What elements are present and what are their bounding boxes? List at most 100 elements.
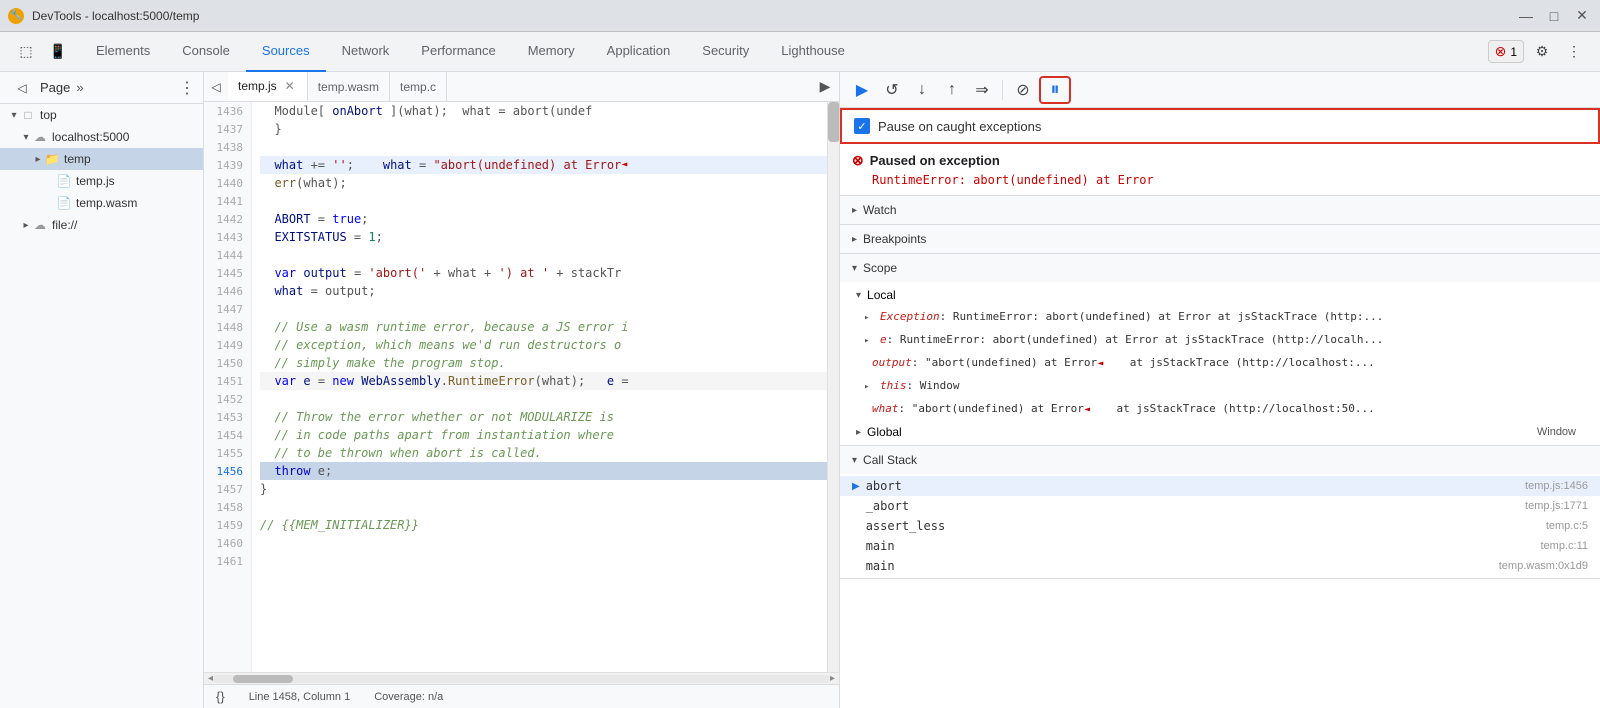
callstack-entry-abort[interactable]: ▶ abort temp.js:1456 [840, 476, 1600, 496]
tree-item-temp[interactable]: ▸ 📁 temp [0, 148, 203, 170]
scope-entry-this[interactable]: ▸ this: Window [840, 375, 1600, 398]
source-tab-more-icon[interactable]: ▶ [811, 78, 839, 95]
folder-icon-top: □ [20, 108, 36, 122]
tab-security[interactable]: Security [686, 32, 765, 72]
tree-arrow-file: ▸ [20, 220, 32, 231]
tree-item-top[interactable]: ▾ □ top [0, 104, 203, 126]
step-button[interactable]: ⇒ [968, 76, 996, 104]
code-display: Module[ onAbort ](what); what = abort(un… [252, 102, 827, 672]
step-over-button[interactable]: ↺ [878, 76, 906, 104]
line-num-1451: 1451 [204, 372, 251, 390]
code-line-1447 [260, 300, 827, 318]
callstack-entry-main-wasm[interactable]: ▶ main temp.wasm:0x1d9 [840, 556, 1600, 576]
source-tab-tempwasm[interactable]: temp.wasm [308, 72, 390, 102]
tab-network[interactable]: Network [326, 32, 406, 72]
tab-elements[interactable]: Elements [80, 32, 166, 72]
line-num-1442: 1442 [204, 210, 251, 228]
tab-sources[interactable]: Sources [246, 32, 326, 72]
cloud-icon-file: ☁ [32, 218, 48, 232]
source-tab-tempjs[interactable]: temp.js ✕ [228, 72, 308, 102]
step-out-button[interactable]: ↑ [938, 76, 966, 104]
back-icon[interactable]: ◁ [8, 74, 36, 102]
breakpoints-header[interactable]: ▸ Breakpoints [840, 225, 1600, 253]
scope-local-header[interactable]: ▾ Local [840, 284, 1600, 306]
scroll-right-icon[interactable]: ▸ [830, 673, 835, 684]
tree-item-tempwasm[interactable]: 📄 temp.wasm [0, 192, 203, 214]
step-into-button[interactable]: ↓ [908, 76, 936, 104]
scroll-thumb [233, 675, 293, 683]
more-options-icon[interactable]: ⋮ [1560, 38, 1588, 66]
inspect-icon[interactable]: ⬚ [12, 38, 40, 66]
callstack-entry-_abort[interactable]: ▶ _abort temp.js:1771 [840, 496, 1600, 516]
source-tab-tempc[interactable]: temp.c [390, 72, 447, 102]
error-badge[interactable]: ⊗ 1 [1488, 40, 1524, 63]
callstack-entry-main-c[interactable]: ▶ main temp.c:11 [840, 536, 1600, 556]
scope-section: ▾ Scope ▾ Local ▸ Exception: RuntimeErro… [840, 254, 1600, 446]
line-num-1441: 1441 [204, 192, 251, 210]
wasm-file-icon: 📄 [56, 196, 72, 210]
code-line-1455: // to be thrown when abort is called. [260, 444, 827, 462]
folder-icon-temp: 📁 [44, 152, 60, 166]
source-tab-tempjs-close[interactable]: ✕ [283, 79, 297, 93]
callstack-header[interactable]: ▾ Call Stack [840, 446, 1600, 474]
deactivate-breakpoints-icon[interactable]: ⊘ [1009, 76, 1037, 104]
source-tab-tempwasm-label: temp.wasm [318, 80, 379, 94]
vertical-scrollbar[interactable] [827, 102, 839, 672]
code-line-1444 [260, 246, 827, 264]
line-num-1449: 1449 [204, 336, 251, 354]
pause-exceptions-button[interactable]: ⏸ [1039, 76, 1071, 104]
code-line-1442: ABORT = true; [260, 210, 827, 228]
maximize-button[interactable]: □ [1544, 6, 1564, 26]
code-line-1446: what = output; [260, 282, 827, 300]
file-tree: ▾ □ top ▾ ☁ localhost:5000 ▸ 📁 temp [0, 104, 203, 708]
tab-memory[interactable]: Memory [512, 32, 591, 72]
code-line-1436: Module[ onAbort ](what); what = abort(un… [260, 102, 827, 120]
scope-entry-e[interactable]: ▸ e: RuntimeError: abort(undefined) at E… [840, 329, 1600, 352]
callstack-current-icon: ▶ [852, 481, 860, 492]
debugger-content[interactable]: ⊗ Paused on exception RuntimeError: abor… [840, 144, 1600, 708]
resume-button[interactable]: ▶ [848, 76, 876, 104]
scope-entry-output[interactable]: output: "abort(undefined) at Error◄ at j… [840, 352, 1600, 375]
code-line-1460 [260, 534, 827, 552]
watch-section: ▸ Watch [840, 196, 1600, 225]
cursor-position: Line 1458, Column 1 [249, 691, 351, 703]
close-button[interactable]: ✕ [1572, 6, 1592, 26]
exception-banner: ⊗ Paused on exception RuntimeError: abor… [840, 144, 1600, 196]
source-code-area[interactable]: 1436 1437 1438 1439 1440 1441 1442 1443 … [204, 102, 839, 672]
code-line-1456: throw e; [260, 462, 827, 480]
tree-item-file[interactable]: ▸ ☁ file:// [0, 214, 203, 236]
watch-header[interactable]: ▸ Watch [840, 196, 1600, 224]
scope-entry-exception[interactable]: ▸ Exception: RuntimeError: abort(undefin… [840, 306, 1600, 329]
scope-header[interactable]: ▾ Scope [840, 254, 1600, 282]
source-back-icon[interactable]: ◁ [204, 73, 228, 101]
file-tree-more-icon[interactable]: ⋮ [179, 78, 195, 98]
tree-label-file: file:// [52, 218, 77, 232]
tab-lighthouse[interactable]: Lighthouse [765, 32, 861, 72]
line-num-1448: 1448 [204, 318, 251, 336]
code-line-1457: } [260, 480, 827, 498]
callstack-inactive2-icon: ▶ [852, 521, 860, 532]
tab-bar: ⬚ 📱 Elements Console Sources Network Per… [0, 32, 1600, 72]
debug-toolbar: ▶ ↺ ↓ ↑ ⇒ ⊘ ⏸ [840, 72, 1600, 108]
line-num-1447: 1447 [204, 300, 251, 318]
page-label: Page [40, 80, 70, 95]
code-line-1439: what += ''; what = "abort(undefined) at … [260, 156, 827, 174]
code-line-1441 [260, 192, 827, 210]
settings-icon[interactable]: ⚙ [1528, 38, 1556, 66]
scope-entry-what[interactable]: what: "abort(undefined) at Error◄ at jsS… [840, 398, 1600, 421]
tab-console[interactable]: Console [166, 32, 246, 72]
tree-item-localhost[interactable]: ▾ ☁ localhost:5000 [0, 126, 203, 148]
pause-exception-checkbox[interactable] [854, 118, 870, 134]
minimize-button[interactable]: — [1516, 6, 1536, 26]
main-tabs: Elements Console Sources Network Perform… [80, 32, 1480, 72]
callstack-entry-assert_less[interactable]: ▶ assert_less temp.c:5 [840, 516, 1600, 536]
tree-item-tempjs[interactable]: 📄 temp.js [0, 170, 203, 192]
line-num-1460: 1460 [204, 534, 251, 552]
this-expand-icon: ▸ [864, 382, 869, 392]
scope-global-header[interactable]: ▸ Global Window [840, 421, 1600, 443]
tree-label-top: top [40, 108, 57, 122]
tab-performance[interactable]: Performance [405, 32, 511, 72]
device-toggle-icon[interactable]: 📱 [44, 38, 72, 66]
horizontal-scrollbar[interactable]: ◂ ▸ [204, 672, 839, 684]
tab-application[interactable]: Application [591, 32, 687, 72]
